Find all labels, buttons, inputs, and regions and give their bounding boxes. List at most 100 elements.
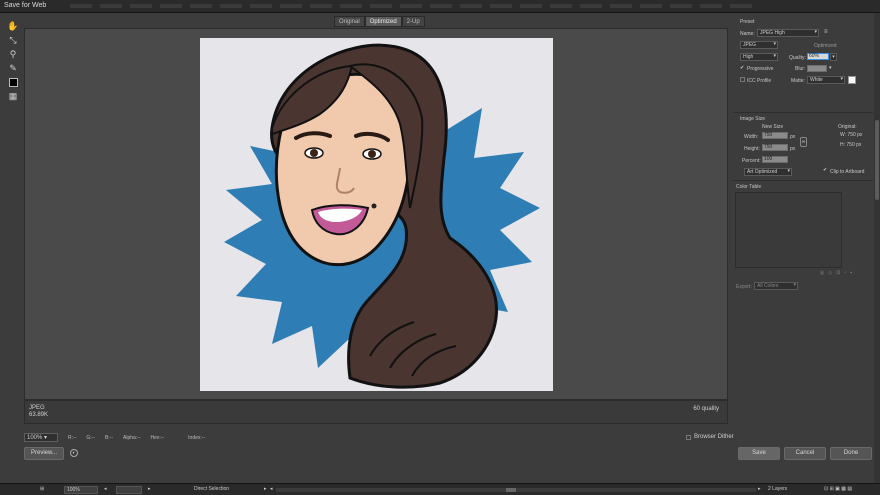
eyedropper-color-swatch[interactable]	[6, 76, 20, 88]
layers-count-text: 2 Layers	[768, 486, 788, 492]
hand-tool-icon[interactable]: ✋	[6, 20, 20, 32]
artboard-number-field[interactable]	[116, 486, 142, 494]
original-size-label: Original:	[838, 124, 857, 130]
zoom-level-select[interactable]: 100% ▾	[24, 433, 58, 442]
cancel-button[interactable]: Cancel	[784, 447, 826, 460]
title-bar: Save for Web	[0, 0, 880, 13]
new-color-icon[interactable]: ▫	[844, 270, 846, 276]
readout-hex: Hex:--	[150, 435, 165, 441]
height-unit: px	[790, 146, 796, 152]
readout-index: Index:--	[188, 435, 206, 441]
tab-optimized[interactable]: Optimized	[364, 16, 402, 27]
globe-icon[interactable]: ◐	[70, 449, 78, 457]
prev-artboard-icon[interactable]: ◂	[104, 486, 107, 493]
zoom-tool-icon[interactable]: ⚲	[6, 48, 20, 60]
quality-level-select[interactable]: High	[740, 53, 778, 61]
next-artboard-icon[interactable]: ▸	[148, 486, 151, 493]
matte-select[interactable]: White	[807, 76, 845, 84]
readout-r: R:--	[68, 435, 77, 441]
color-table-label: Color Table	[736, 184, 762, 190]
save-button[interactable]: Save	[738, 447, 780, 460]
readout-alpha: Alpha:--	[123, 435, 141, 441]
divider	[733, 112, 873, 113]
current-tool-text: Direct Selection	[194, 486, 230, 492]
status-bar: ⊞ 100% ◂ ▸ Direct Selection ▸ ◂ ▸ 2 Laye…	[0, 483, 880, 495]
matte-label: Matte:	[791, 78, 805, 84]
artboard-image	[200, 38, 553, 391]
height-field[interactable]: 750	[762, 144, 788, 151]
web-shift-icon[interactable]: ◇	[828, 270, 832, 276]
scroll-right-icon[interactable]: ▸	[758, 486, 761, 493]
eyedropper-tool-icon[interactable]: ✎	[6, 62, 20, 74]
original-width-text: W: 750 px	[840, 132, 863, 138]
height-label: Height:	[744, 146, 760, 152]
file-format-text: JPEG	[29, 405, 45, 411]
horizontal-scroll-thumb[interactable]	[506, 488, 516, 492]
status-zoom-select[interactable]: 100%	[64, 486, 98, 494]
icc-profile-checkbox[interactable]	[740, 77, 745, 82]
icc-profile-label: ICC Profile	[747, 78, 772, 84]
new-size-label: New Size	[762, 124, 784, 130]
browser-dither-option[interactable]: Browser Dither	[686, 434, 734, 440]
blur-label: Blur:	[795, 66, 806, 72]
status-icons[interactable]: ⊡ ⊞ ▣ ▦ ▤	[824, 486, 852, 493]
link-constrain-icon[interactable]: ∞	[800, 137, 807, 147]
width-field[interactable]: 750	[762, 132, 788, 139]
tab-2-up[interactable]: 2-Up	[401, 16, 425, 27]
artboard-nav-icon[interactable]: ⊞	[40, 486, 44, 493]
preview-button[interactable]: Preview...	[24, 447, 64, 460]
clip-to-artboard-checkbox[interactable]: ✔	[823, 167, 827, 173]
percent-field[interactable]: 100	[762, 156, 788, 163]
readout-b: B:--	[104, 435, 114, 441]
toggle-slices-icon[interactable]: ▦	[6, 90, 20, 102]
tab-original[interactable]: Original	[334, 16, 365, 27]
optimized-label: Optimized	[814, 43, 837, 49]
color-table-actions: ◎ ◇ ⊡ ▫ ▪	[820, 270, 852, 276]
preset-section-label: Preset	[740, 19, 755, 25]
optimization-info-bar: JPEG 63.89K 60 quality	[24, 400, 728, 424]
preset-menu-icon[interactable]: ≡	[824, 29, 828, 35]
color-table-panel[interactable]	[735, 192, 842, 268]
window-title: Save for Web	[4, 2, 47, 9]
slice-select-tool-icon[interactable]: ⤡	[6, 34, 20, 46]
export-select[interactable]: All Colors	[754, 282, 798, 290]
readout-g: G:--	[86, 435, 95, 441]
clip-to-artboard-label: Clip to Artboard	[830, 169, 865, 175]
color-readouts: R:-- G:-- B:-- Alpha:-- Hex:-- Index:--	[68, 435, 205, 441]
percent-label: Percent:	[742, 158, 761, 164]
divider	[733, 180, 873, 181]
quality-field[interactable]: 60%	[807, 53, 829, 60]
progressive-checkbox[interactable]: ✔	[740, 65, 744, 71]
resample-quality-select[interactable]: Art Optimized	[744, 168, 792, 176]
file-size-text: 63.89K	[29, 412, 49, 418]
original-height-text: H: 750 px	[840, 142, 862, 148]
menu-placeholders	[70, 4, 752, 8]
preset-name-label: Name:	[740, 31, 755, 37]
width-unit: px	[790, 134, 796, 140]
quality-readout: 60 quality	[693, 406, 719, 412]
matte-color-swatch[interactable]	[848, 76, 856, 84]
blur-stepper-icon[interactable]: ▾	[829, 65, 832, 71]
quality-label: Quality:	[789, 55, 806, 61]
portrait-illustration	[224, 43, 540, 389]
scrollbar-thumb[interactable]	[875, 120, 879, 200]
browser-dither-checkbox[interactable]	[686, 434, 691, 440]
preset-name-select[interactable]: JPEG High	[757, 29, 819, 37]
map-color-icon[interactable]: ◎	[820, 270, 824, 276]
scroll-left-icon[interactable]: ◂	[270, 486, 273, 493]
horizontal-scroll-track[interactable]	[276, 488, 756, 492]
width-label: Width:	[744, 134, 759, 140]
done-button[interactable]: Done	[830, 447, 872, 460]
delete-color-icon[interactable]: ▪	[850, 270, 852, 276]
export-label: Export:	[736, 284, 752, 290]
image-size-section-label: Image Size	[740, 116, 766, 122]
lock-color-icon[interactable]: ⊡	[836, 270, 840, 276]
vertical-scrollbar[interactable]	[874, 13, 880, 483]
tool-column: ✋ ⤡ ⚲ ✎ ▦	[4, 20, 22, 110]
quality-stepper-icon[interactable]: ▾	[830, 53, 837, 61]
blur-field[interactable]	[807, 65, 827, 72]
file-format-select[interactable]: JPEG	[740, 41, 778, 49]
view-tabs: Original Optimized 2-Up	[334, 16, 425, 27]
beauty-mark	[371, 203, 377, 209]
status-menu-icon[interactable]: ▸	[264, 486, 267, 493]
